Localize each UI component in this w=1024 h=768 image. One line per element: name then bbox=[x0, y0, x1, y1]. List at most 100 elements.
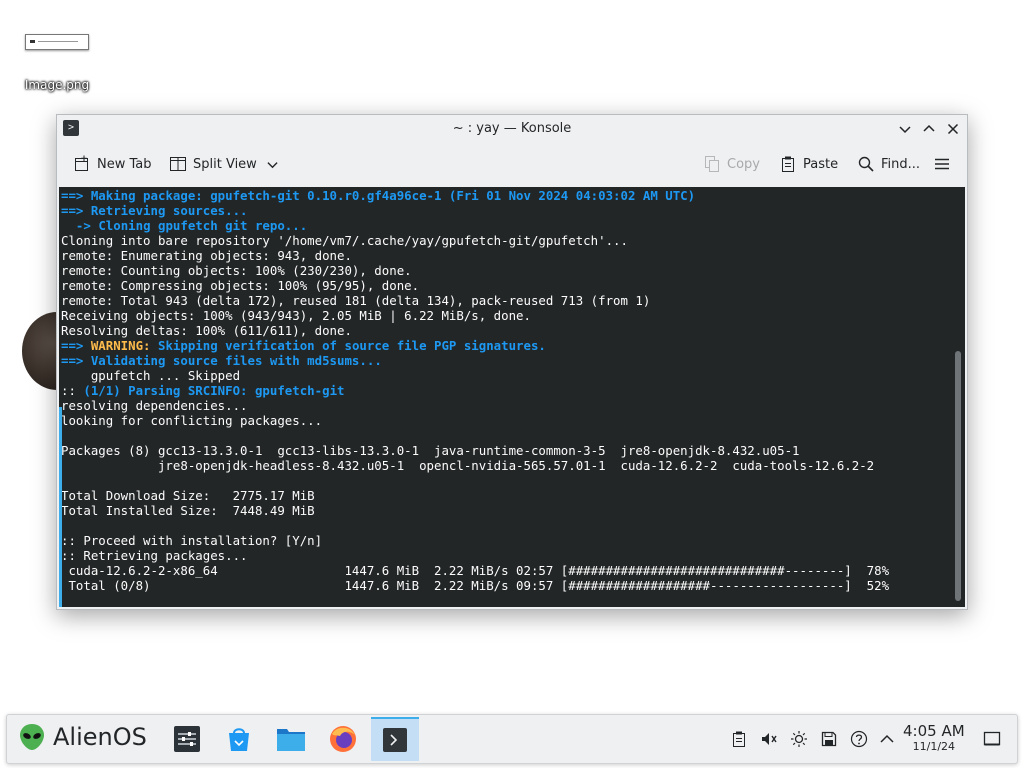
konsole-icon bbox=[383, 728, 407, 752]
terminal-text-segment: Cloning into bare repository '/home/vm7/… bbox=[61, 233, 628, 248]
firefox-icon bbox=[330, 726, 356, 752]
terminal-text-segment: ==> bbox=[61, 338, 91, 353]
terminal-text-segment: Cloning gpufetch git repo... bbox=[98, 218, 308, 233]
terminal-line: :: Retrieving packages... bbox=[61, 548, 951, 563]
paste-button[interactable]: Paste bbox=[779, 154, 838, 174]
tray-expander[interactable] bbox=[877, 729, 897, 749]
terminal-text-segment: Packages (8) gcc13-13.3.0-1 gcc13-libs-1… bbox=[61, 443, 800, 458]
terminal-text-segment: Retrieving sources... bbox=[90, 203, 248, 218]
terminal-line: remote: Counting objects: 100% (230/230)… bbox=[61, 263, 951, 278]
minimize-button[interactable] bbox=[895, 119, 915, 139]
terminal-line: Receiving objects: 100% (943/943), 2.05 … bbox=[61, 308, 951, 323]
terminal-text-segment: Skipping verification of source file PGP… bbox=[157, 338, 546, 353]
terminal-focus-indicator bbox=[59, 407, 62, 607]
taskbar-app-konsole[interactable] bbox=[371, 717, 419, 761]
terminal-text-segment: Total Installed Size: 7448.49 MiB bbox=[61, 503, 315, 518]
split-view-icon bbox=[170, 157, 186, 171]
split-view-button[interactable]: Split View bbox=[169, 154, 278, 174]
terminal-line: resolving dependencies... bbox=[61, 398, 951, 413]
terminal-line: ==> Retrieving sources... bbox=[61, 203, 951, 218]
terminal-text-segment: Making package: gpufetch-git 0.10.r0.gf4… bbox=[90, 188, 696, 203]
konsole-window: > ~ : yay — Konsole New Tab Split View C… bbox=[56, 114, 968, 610]
terminal-view[interactable]: ==> Making package: gpufetch-git 0.10.r0… bbox=[59, 187, 965, 607]
terminal-text-segment: cuda-12.6.2-2-x86_64 1447.6 MiB 2.22 MiB… bbox=[61, 563, 890, 578]
terminal-text-segment: :: Retrieving packages... bbox=[61, 548, 248, 563]
tray-brightness[interactable] bbox=[789, 729, 809, 749]
tray-volume[interactable] bbox=[759, 729, 779, 749]
terminal-line: cuda-12.6.2-2-x86_64 1447.6 MiB 2.22 MiB… bbox=[61, 563, 951, 578]
split-view-label: Split View bbox=[193, 156, 257, 172]
tray-network[interactable] bbox=[849, 729, 869, 749]
terminal-text-segment: Resolving deltas: 100% (611/611), done. bbox=[61, 323, 352, 338]
close-icon bbox=[947, 123, 959, 135]
window-titlebar[interactable]: > ~ : yay — Konsole bbox=[57, 115, 967, 142]
alien-logo-icon bbox=[20, 724, 44, 750]
close-button[interactable] bbox=[943, 119, 963, 139]
terminal-text-segment: resolving dependencies... bbox=[61, 398, 248, 413]
chevron-down-icon bbox=[899, 126, 911, 134]
taskbar-app-firefox[interactable] bbox=[323, 719, 363, 759]
clipboard-icon bbox=[733, 731, 745, 747]
terminal-line: ==> WARNING: Skipping verification of so… bbox=[61, 338, 951, 353]
find-label: Find... bbox=[881, 156, 921, 172]
clock-time: 4:05 AM bbox=[903, 722, 965, 740]
desktop-icon-image-png[interactable]: Image.png bbox=[14, 28, 100, 92]
copy-button[interactable]: Copy bbox=[703, 154, 760, 174]
terminal-text-segment: ==> bbox=[61, 188, 91, 203]
disk-save-icon bbox=[821, 731, 837, 747]
terminal-text-segment: remote: Enumerating objects: 943, done. bbox=[61, 248, 352, 263]
terminal-text-segment: WARNING: bbox=[90, 338, 158, 353]
application-launcher[interactable]: AlienOS bbox=[19, 723, 147, 751]
paste-label: Paste bbox=[803, 156, 839, 172]
system-settings-icon bbox=[174, 726, 200, 752]
taskbar-app-discover[interactable] bbox=[219, 719, 259, 759]
tray-clipboard[interactable] bbox=[729, 729, 749, 749]
show-desktop-icon bbox=[983, 731, 1001, 746]
terminal-text-segment: -> bbox=[61, 218, 99, 233]
terminal-text-segment: Total Download Size: 2775.17 MiB bbox=[61, 488, 315, 503]
new-tab-icon bbox=[75, 155, 88, 171]
terminal-line: looking for conflicting packages... bbox=[61, 413, 951, 428]
terminal-text-segment: looking for conflicting packages... bbox=[61, 413, 323, 428]
terminal-text-segment: (1/1) Parsing SRCINFO: gpufetch-git bbox=[83, 383, 345, 398]
terminal-line: remote: Enumerating objects: 943, done. bbox=[61, 248, 951, 263]
terminal-scrollbar[interactable] bbox=[955, 193, 961, 603]
maximize-button[interactable] bbox=[919, 119, 939, 139]
copy-icon bbox=[705, 156, 719, 172]
brightness-icon bbox=[791, 731, 807, 747]
terminal-text-segment: remote: Counting objects: 100% (230/230)… bbox=[61, 263, 412, 278]
tray-disks[interactable] bbox=[819, 729, 839, 749]
hamburger-menu-button[interactable] bbox=[933, 154, 951, 174]
taskbar: AlienOS 4:05 AM 11/1/24 bbox=[6, 714, 1018, 764]
terminal-text-segment: Validating source files with md5sums... bbox=[90, 353, 382, 368]
launcher-label: AlienOS bbox=[53, 723, 147, 751]
terminal-line: Resolving deltas: 100% (611/611), done. bbox=[61, 323, 951, 338]
scrollbar-thumb[interactable] bbox=[955, 351, 961, 601]
terminal-text-segment: remote: Total 943 (delta 172), reused 18… bbox=[61, 293, 651, 308]
taskbar-app-files[interactable] bbox=[271, 719, 311, 759]
find-button[interactable]: Find... bbox=[857, 154, 920, 174]
chevron-up-icon bbox=[880, 734, 894, 743]
terminal-text-segment: :: Proceed with installation? [Y/n] bbox=[61, 533, 323, 548]
digital-clock[interactable]: 4:05 AM 11/1/24 bbox=[903, 722, 965, 754]
terminal-line: jre8-openjdk-headless-8.432.u05-1 opencl… bbox=[61, 458, 951, 473]
new-tab-label: New Tab bbox=[97, 156, 152, 172]
taskbar-app-settings[interactable] bbox=[167, 719, 207, 759]
terminal-text-segment: Total (0/8) 1447.6 MiB 2.22 MiB/s 09:57 … bbox=[61, 578, 890, 593]
show-desktop-button[interactable] bbox=[982, 729, 1002, 749]
window-title: ~ : yay — Konsole bbox=[452, 121, 572, 136]
terminal-line: Total Installed Size: 7448.49 MiB bbox=[61, 503, 951, 518]
konsole-toolbar: New Tab Split View Copy Paste Find... bbox=[57, 142, 967, 186]
terminal-text-segment: ==> bbox=[61, 353, 91, 368]
clock-date: 11/1/24 bbox=[912, 740, 956, 753]
discover-store-icon bbox=[229, 728, 249, 751]
terminal-line: gpufetch ... Skipped bbox=[61, 368, 951, 383]
file-manager-icon bbox=[277, 729, 305, 751]
terminal-line: remote: Total 943 (delta 172), reused 18… bbox=[61, 293, 951, 308]
new-tab-button[interactable]: New Tab bbox=[73, 154, 152, 174]
terminal-text-segment: ==> bbox=[61, 203, 91, 218]
terminal-line: Total (0/8) 1447.6 MiB 2.22 MiB/s 09:57 … bbox=[61, 578, 951, 593]
